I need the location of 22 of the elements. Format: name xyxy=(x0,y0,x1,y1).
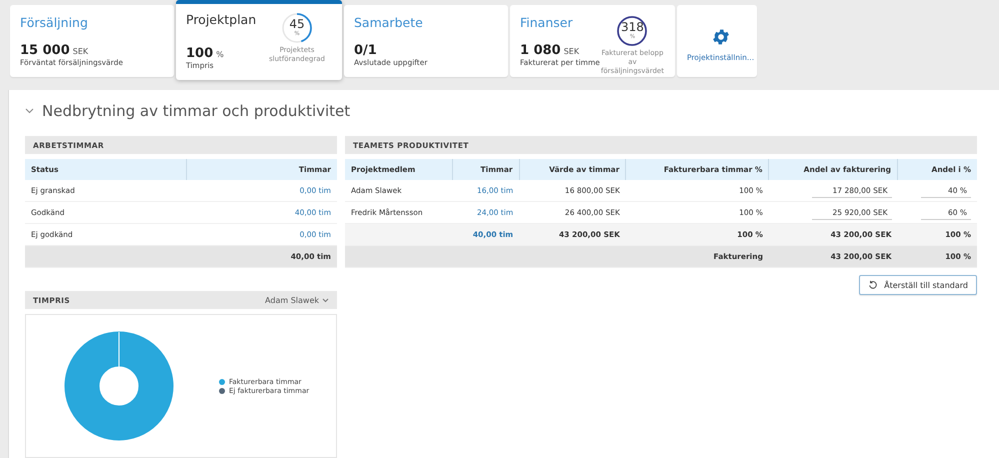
member-dropdown[interactable]: Adam Slawek xyxy=(265,296,329,304)
card-title: Försäljning xyxy=(20,15,89,30)
section-title: Nedbrytning av timmar och produktivitet xyxy=(42,102,350,120)
card-value: 15 000 xyxy=(20,43,70,58)
reset-icon xyxy=(868,280,878,290)
settings-icon xyxy=(710,26,731,46)
card-title: Projektplan xyxy=(186,12,258,27)
gauge-value: 318 xyxy=(620,20,645,34)
reset-button[interactable]: Återställ till standard xyxy=(859,275,977,295)
card-value: 1 080 xyxy=(520,43,561,58)
gauge-value: 45 xyxy=(288,17,306,31)
card-value: 0/1 xyxy=(354,43,377,58)
card-unit: SEK xyxy=(72,47,88,56)
progress-ring xyxy=(616,15,648,47)
chevron-icon[interactable] xyxy=(25,108,34,114)
caret-icon xyxy=(322,298,329,302)
card-title: Finanser xyxy=(520,15,574,30)
card-value: 100 xyxy=(186,46,214,61)
card-unit: SEK xyxy=(564,47,580,56)
card-unit: % xyxy=(216,50,224,59)
card-title: Samarbete xyxy=(354,15,424,30)
progress-ring xyxy=(281,12,313,44)
